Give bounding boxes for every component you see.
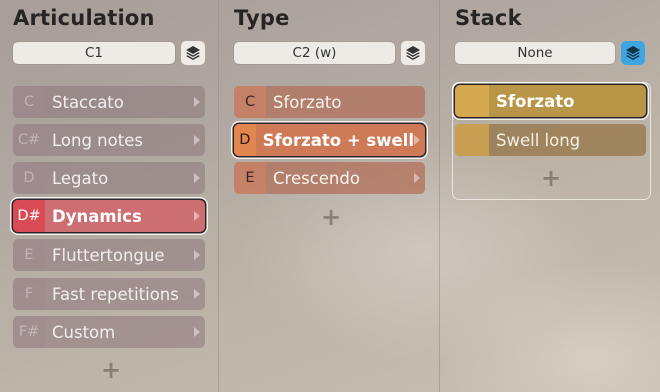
stack-add-button[interactable]: + xyxy=(541,166,561,190)
articulation-selector[interactable]: C1 xyxy=(13,42,175,64)
type-add-button[interactable]: + xyxy=(321,205,341,229)
articulation-add-button[interactable]: + xyxy=(101,358,121,382)
stack-item-sforzato[interactable]: Sforzato xyxy=(455,85,646,117)
color-swatch xyxy=(455,124,489,156)
item-label: Swell long xyxy=(496,130,581,150)
articulation-item-legato[interactable]: D Legato xyxy=(13,162,205,194)
key-label: F xyxy=(13,278,45,310)
item-label: Fast repetitions xyxy=(52,284,179,304)
key-label: D xyxy=(234,124,256,156)
item-label: Sforzato xyxy=(273,92,342,112)
type-column: Type C2 (w) C Sforzato D Sforzato + swel… xyxy=(234,0,428,392)
stack-title: Stack xyxy=(455,6,522,30)
articulation-item-custom[interactable]: F# Custom xyxy=(13,316,205,348)
articulation-title: Articulation xyxy=(13,6,155,30)
articulation-item-long-notes[interactable]: C# Long notes xyxy=(13,124,205,156)
key-label: C xyxy=(13,86,45,118)
item-label: Staccato xyxy=(52,92,124,112)
articulation-column: Articulation C1 C Staccato C# Long notes… xyxy=(13,0,207,392)
type-stack-button[interactable] xyxy=(401,41,425,65)
articulation-item-staccato[interactable]: C Staccato xyxy=(13,86,205,118)
stack-item-swell-long[interactable]: Swell long xyxy=(455,124,646,156)
chevron-right-icon xyxy=(194,173,200,183)
item-label: Sforzato + swell xyxy=(262,130,414,150)
item-label: Sforzato xyxy=(496,91,575,111)
key-label: C# xyxy=(13,124,45,156)
key-label: D# xyxy=(13,200,45,232)
chevron-right-icon xyxy=(414,173,420,183)
chevron-right-icon xyxy=(194,97,200,107)
chevron-right-icon xyxy=(194,289,200,299)
item-label: Custom xyxy=(52,322,116,342)
type-item-crescendo[interactable]: E Crescendo xyxy=(234,162,425,194)
type-item-sforzato[interactable]: C Sforzato xyxy=(234,86,425,118)
item-label: Fluttertongue xyxy=(52,245,165,265)
key-label: F# xyxy=(13,316,45,348)
chevron-right-icon xyxy=(194,327,200,337)
chevron-right-icon xyxy=(194,211,200,221)
type-title: Type xyxy=(234,6,290,30)
key-label: E xyxy=(13,239,45,271)
column-divider-1 xyxy=(218,0,219,392)
layers-icon xyxy=(406,46,420,60)
type-selector[interactable]: C2 (w) xyxy=(234,42,395,64)
stack-selector[interactable]: None xyxy=(455,42,615,64)
layers-icon xyxy=(626,46,640,60)
key-label: C xyxy=(234,86,266,118)
articulation-item-fluttertongue[interactable]: E Fluttertongue xyxy=(13,239,205,271)
stack-toggle-button[interactable] xyxy=(621,41,645,65)
color-swatch xyxy=(455,85,489,117)
key-label: D xyxy=(13,162,45,194)
chevron-right-icon xyxy=(194,135,200,145)
item-label: Crescendo xyxy=(273,168,360,188)
articulation-item-fast-repetitions[interactable]: F Fast repetitions xyxy=(13,278,205,310)
articulation-stack-button[interactable] xyxy=(181,41,205,65)
chevron-right-icon xyxy=(194,250,200,260)
item-label: Dynamics xyxy=(52,206,142,226)
articulation-item-dynamics[interactable]: D# Dynamics xyxy=(13,200,205,232)
item-label: Long notes xyxy=(52,130,143,150)
column-divider-2 xyxy=(439,0,440,392)
key-label: E xyxy=(234,162,266,194)
type-item-sforzato-swell[interactable]: D Sforzato + swell xyxy=(234,124,425,156)
chevron-right-icon xyxy=(414,135,420,145)
item-label: Legato xyxy=(52,168,109,188)
layers-icon xyxy=(186,46,200,60)
